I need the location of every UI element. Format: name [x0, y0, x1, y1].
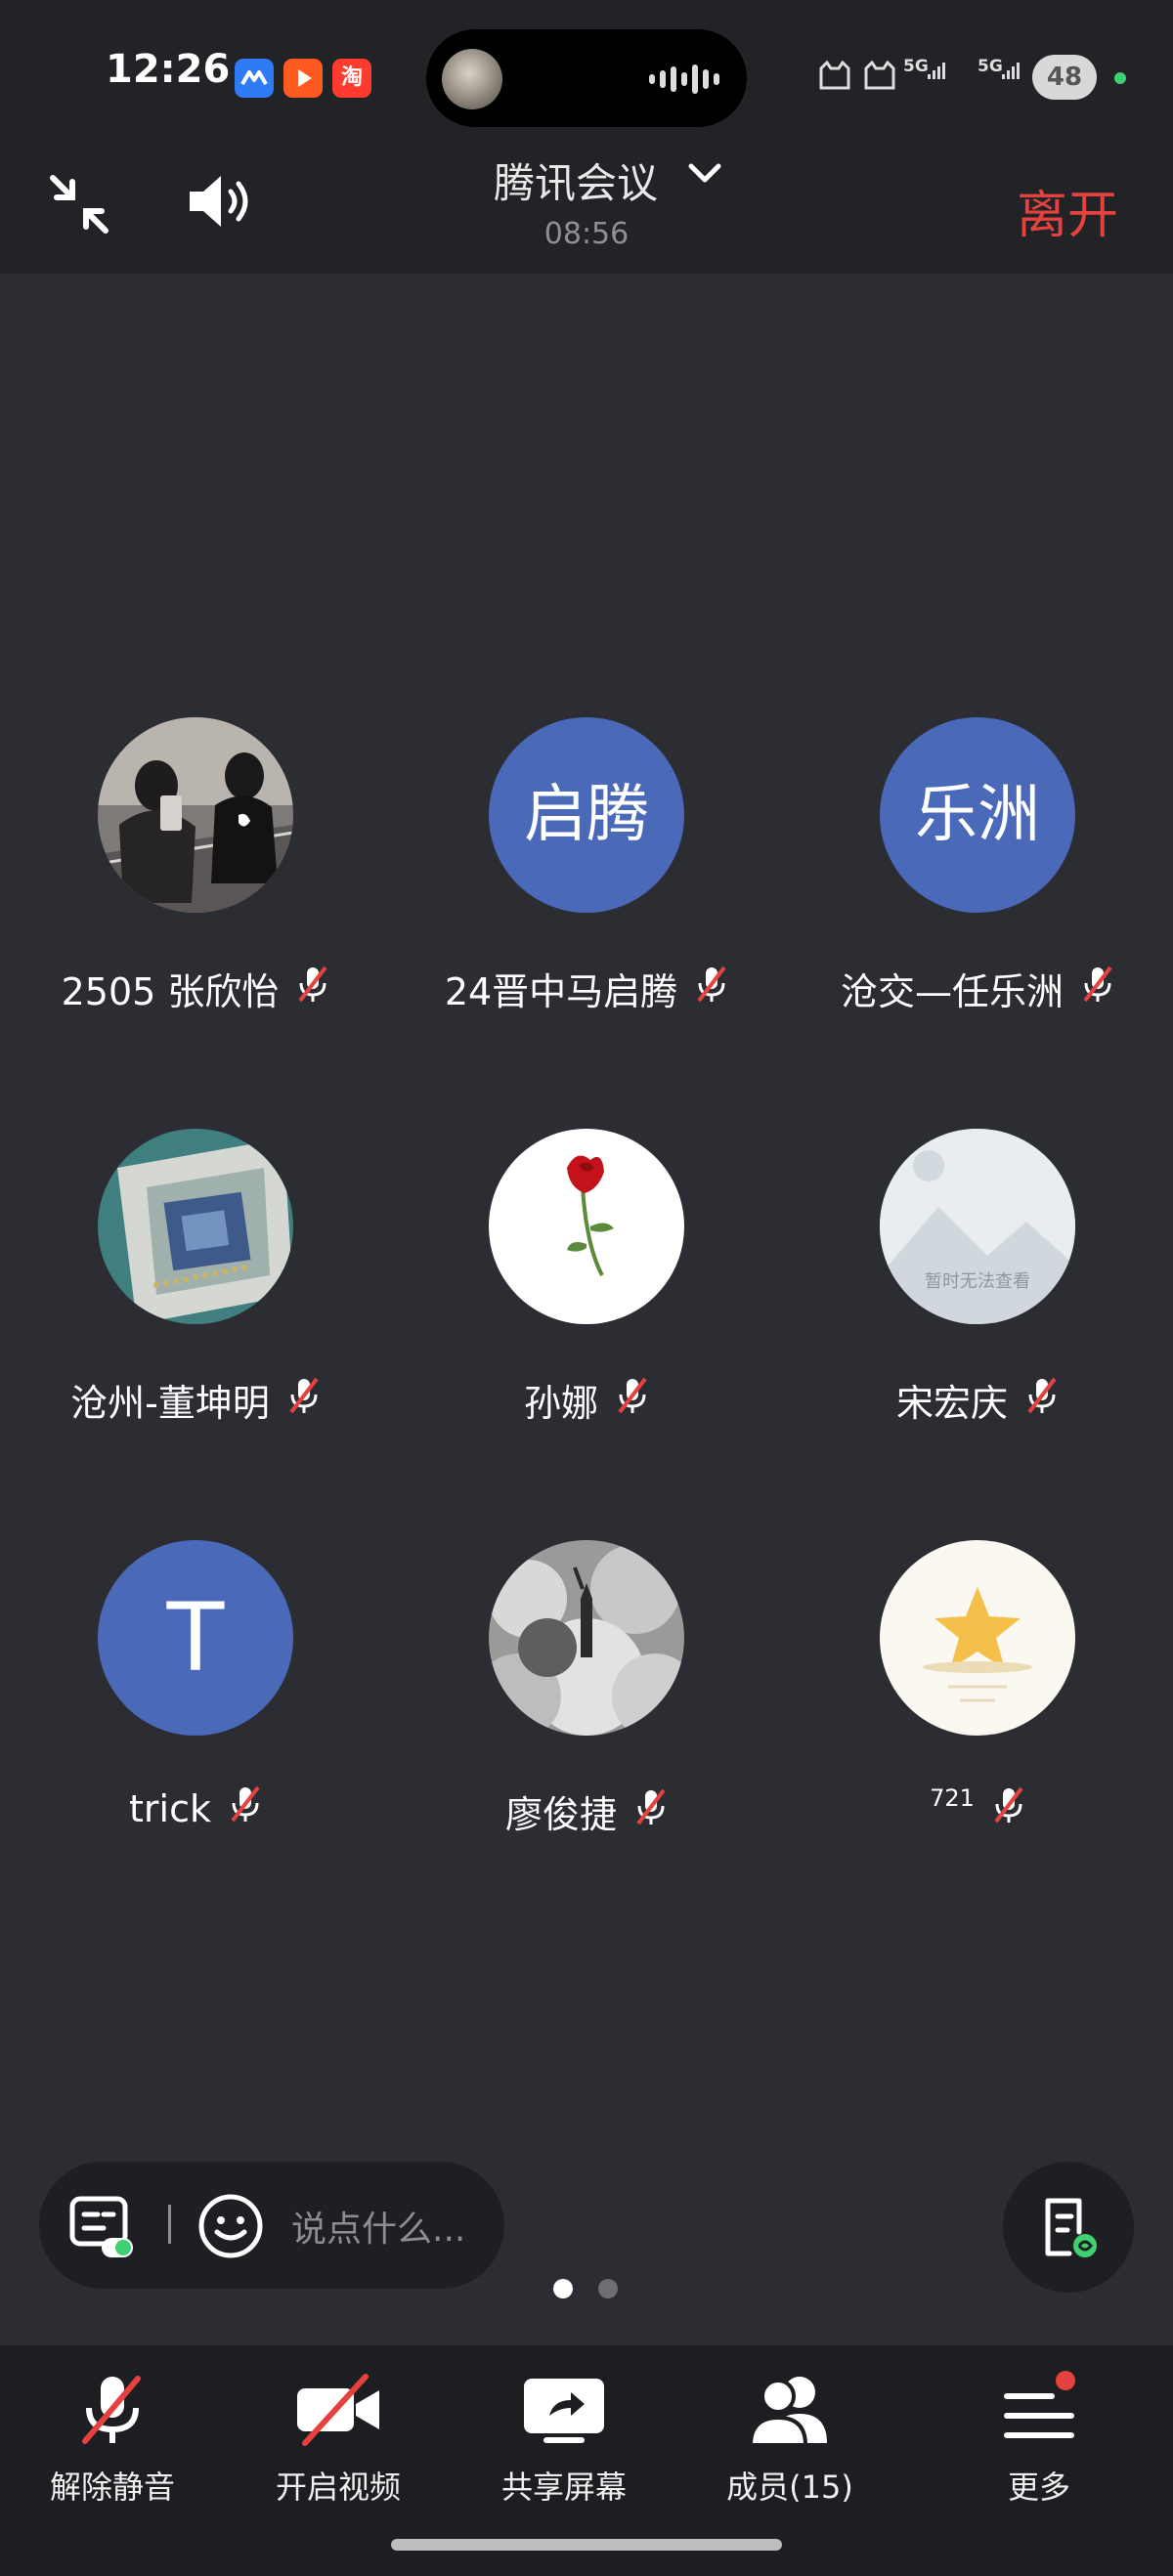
meeting-duration: 08:56	[543, 217, 630, 251]
status-app-icons: 淘	[235, 59, 371, 98]
avatar: 乐洲	[880, 717, 1075, 913]
participant-name-row: trick	[0, 1784, 391, 1832]
cat-status-icon-2	[864, 61, 895, 90]
signal-bars-icon	[928, 63, 945, 79]
subtitle-icon[interactable]	[68, 2193, 137, 2261]
dynamic-island[interactable]	[426, 29, 747, 127]
mic-muted-icon	[992, 1785, 1025, 1833]
home-indicator[interactable]	[391, 2539, 782, 2551]
taobao-app-icon: 淘	[332, 59, 371, 98]
share-screen-label: 共享屏幕	[500, 2469, 627, 2506]
divider	[168, 2205, 171, 2244]
participant-name-row: 24晋中马启腾	[391, 962, 782, 1015]
mic-muted-icon	[1025, 1376, 1059, 1424]
participant-name-row: 孙娜	[391, 1373, 782, 1427]
share-screen-button[interactable]: 共享屏幕	[456, 2371, 672, 2508]
mic-muted-icon	[695, 965, 728, 1012]
cat-status-icon	[819, 61, 850, 90]
meeting-title[interactable]: 腾讯会议	[494, 150, 658, 210]
members-button[interactable]: 成员(15)	[682, 2371, 897, 2508]
meeting-header: 腾讯会议 08:56 离开	[0, 147, 1173, 274]
members-icon	[748, 2377, 827, 2447]
participant-name: trick	[129, 1786, 211, 1830]
leave-button[interactable]: 离开	[1017, 174, 1118, 247]
page-dot[interactable]	[598, 2279, 618, 2298]
mic-muted-icon	[1081, 965, 1114, 1012]
participant-name: 廖俊捷	[504, 1793, 617, 1836]
participant-name-row: 沧州-董坤明	[0, 1373, 391, 1427]
participant-name: 721	[930, 1784, 975, 1812]
privacy-indicator	[1114, 72, 1126, 84]
audio-wave-icon	[649, 64, 719, 94]
more-label: 更多	[1007, 2469, 1070, 2506]
status-time: 12:26	[106, 47, 231, 92]
taobao-app-label: 淘	[340, 65, 363, 90]
mic-muted-icon	[287, 1376, 321, 1424]
meeting-notes-button[interactable]	[1003, 2162, 1134, 2293]
more-button[interactable]: 更多	[932, 2371, 1147, 2508]
participant-name: 宋宏庆	[895, 1382, 1008, 1425]
participant-name: 2505 张欣怡	[61, 970, 280, 1013]
meeting-app-icon	[235, 59, 274, 98]
mic-muted-icon	[634, 1787, 668, 1835]
participant-name-row: 721	[782, 1784, 1173, 1833]
participant-name: 孙娜	[523, 1382, 598, 1425]
share-screen-icon	[524, 2379, 604, 2443]
avatar	[880, 1540, 1075, 1736]
participant-name: 沧交—任乐洲	[840, 970, 1064, 1013]
participant-name: 24晋中马启腾	[444, 970, 678, 1013]
emoji-icon[interactable]	[197, 2193, 264, 2259]
unmute-label: 解除静音	[49, 2469, 175, 2506]
avatar: T	[98, 1540, 293, 1736]
start-video-label: 开启视频	[275, 2469, 401, 2506]
participant-name-row: 沧交—任乐洲	[782, 962, 1173, 1015]
avatar	[489, 1129, 684, 1324]
start-video-button[interactable]: 开启视频	[231, 2371, 446, 2508]
participant-name-row: 2505 张欣怡	[0, 962, 391, 1015]
island-avatar	[442, 49, 502, 109]
signal-label-2: 5G	[978, 57, 1003, 76]
participant-name: 沧州-董坤明	[70, 1382, 270, 1425]
members-label: 成员(15)	[726, 2469, 853, 2506]
mic-muted-icon	[616, 1376, 649, 1424]
mic-muted-icon	[296, 965, 329, 1012]
notification-badge	[1056, 2371, 1075, 2390]
avatar	[98, 717, 293, 913]
unmute-button[interactable]: 解除静音	[5, 2371, 220, 2508]
avatar-unavailable-text: 暂时无法查看	[925, 1271, 1030, 1292]
notes-icon	[1045, 2198, 1097, 2257]
mic-muted-icon	[229, 1784, 262, 1832]
camera-off-icon	[297, 2374, 379, 2446]
video-app-icon	[283, 59, 323, 98]
avatar	[98, 1129, 293, 1324]
signal-bars-icon-2	[1002, 63, 1020, 79]
avatar: 启腾	[489, 717, 684, 913]
avatar: 暂时无法查看	[880, 1129, 1075, 1324]
more-menu-icon	[1004, 2371, 1075, 2438]
participant-name-row: 宋宏庆	[782, 1373, 1173, 1427]
avatar	[489, 1540, 684, 1736]
chevron-down-icon[interactable]	[687, 160, 722, 186]
mic-off-icon	[82, 2376, 141, 2444]
status-bar: 12:26 淘 5G 5G 48	[0, 0, 1173, 147]
page-indicator	[553, 2279, 618, 2298]
chat-placeholder[interactable]: 说点什么...	[291, 2201, 465, 2252]
page-dot-active[interactable]	[553, 2279, 573, 2298]
battery-indicator: 48	[1032, 55, 1097, 100]
signal-label-1: 5G	[903, 57, 929, 76]
participant-name-row: 廖俊捷	[391, 1784, 782, 1838]
chat-input-bar[interactable]: 说点什么...	[39, 2162, 504, 2289]
